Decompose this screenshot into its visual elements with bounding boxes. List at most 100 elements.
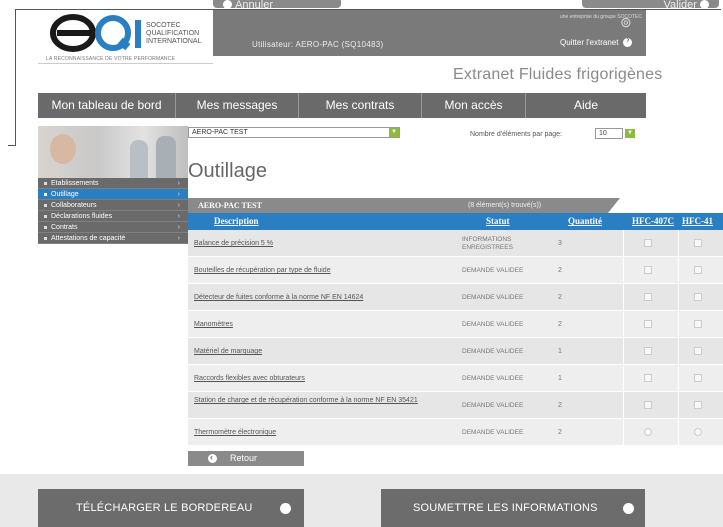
- description-link[interactable]: Balance de précision 5 %: [194, 239, 446, 248]
- sidebar-item-declarations[interactable]: Déclarations fluides ›: [38, 211, 188, 222]
- main-nav: Mon tableau de bord Mes messages Mes con…: [38, 93, 646, 118]
- status-text: DEMANDE VALIDEE: [462, 321, 524, 328]
- socotec-logo-icon: ⊚: [620, 14, 632, 30]
- sidebar-menu: Etablissements › Outillage › Collaborateur…: [38, 178, 188, 244]
- sidebar-item-contrats[interactable]: Contrats ›: [38, 222, 188, 233]
- page-title: Outillage: [188, 160, 267, 182]
- status-text: DEMANDE VALIDEE: [462, 267, 524, 274]
- hfc-407c-checkbox[interactable]: [644, 320, 652, 328]
- chevron-down-icon: ▼: [625, 129, 635, 138]
- chevron-right-icon: ›: [177, 202, 180, 209]
- forward-arrow-icon: [700, 0, 709, 8]
- quantity-value: 2: [558, 402, 562, 409]
- back-button[interactable]: Retour: [188, 450, 304, 466]
- chevron-right-icon: ›: [177, 213, 180, 220]
- hfc-407c-checkbox[interactable]: [644, 266, 652, 274]
- chevron-right-icon: ›: [177, 180, 180, 187]
- hfc-407c-checkbox[interactable]: [644, 428, 652, 436]
- validate-label: Valider: [663, 0, 697, 8]
- table-row: Thermomètre électronique DEMANDE VALIDEE 2: [188, 419, 723, 446]
- per-page-value: 10: [595, 128, 623, 139]
- download-form-label: TÉLÉCHARGER LE BORDEREAU: [76, 502, 253, 514]
- hfc-407c-checkbox[interactable]: [644, 374, 652, 382]
- col-hfc-41[interactable]: HFC-41: [682, 213, 713, 230]
- establishment-select[interactable]: AERO-PAC TEST ▼: [188, 127, 400, 138]
- sidebar-item-label: Collaborateurs: [51, 202, 97, 209]
- sidebar-item-collaborateurs[interactable]: Collaborateurs ›: [38, 200, 188, 211]
- hfc-41-checkbox[interactable]: [694, 374, 702, 382]
- col-description[interactable]: Description: [214, 213, 259, 230]
- bullet-icon: [44, 181, 47, 185]
- validate-button[interactable]: Valider: [582, 0, 719, 8]
- nav-dashboard[interactable]: Mon tableau de bord: [38, 93, 176, 118]
- group-name: AERO-PAC TEST: [198, 201, 262, 210]
- sidebar-item-label: Attestations de capacité: [51, 235, 126, 242]
- quantity-value: 1: [558, 375, 562, 382]
- download-form-button[interactable]: TÉLÉCHARGER LE BORDEREAU: [38, 489, 304, 527]
- description-link[interactable]: Thermomètre électronique: [194, 428, 446, 437]
- table-row: Station de charge et de récupération con…: [188, 392, 723, 419]
- hfc-41-checkbox[interactable]: [694, 401, 702, 409]
- bullet-icon: [44, 225, 47, 229]
- sqi-logo-icon: [50, 14, 141, 52]
- hfc-407c-checkbox[interactable]: [644, 347, 652, 355]
- description-link[interactable]: Manomètres: [194, 320, 446, 329]
- quit-label: Quitter l'extranet: [560, 38, 619, 47]
- hfc-41-checkbox[interactable]: [694, 293, 702, 301]
- description-link[interactable]: Détecteur de fuites conforme à la norme …: [194, 293, 446, 302]
- cancel-button[interactable]: Annuler: [213, 0, 341, 8]
- description-link[interactable]: Bouteilles de récupération par type de f…: [194, 266, 446, 275]
- quantity-value: 2: [558, 321, 562, 328]
- status-text: DEMANDE VALIDEE: [462, 375, 524, 382]
- sidebar-item-outillage[interactable]: Outillage ›: [38, 189, 188, 200]
- col-quantity[interactable]: Quantité: [568, 213, 602, 230]
- description-link[interactable]: Station de charge et de récupération con…: [194, 396, 446, 405]
- per-page-select[interactable]: 10 ▼: [595, 128, 637, 139]
- nav-help[interactable]: Aide: [526, 93, 646, 118]
- nav-access[interactable]: Mon accès: [422, 93, 526, 118]
- sidebar-item-label: Contrats: [51, 224, 78, 231]
- submit-information-button[interactable]: SOUMETTRE LES INFORMATIONS: [381, 489, 645, 527]
- back-arrow-icon: [208, 450, 217, 465]
- table-header: Description Statut Quantité HFC-407C HFC…: [188, 213, 723, 230]
- bullet-icon: [44, 214, 47, 218]
- arrow-right-icon: [623, 34, 633, 48]
- status-text: DEMANDE VALIDEE: [462, 294, 524, 301]
- table-row: Balance de précision 5 % INFORMATIONS ENR…: [188, 230, 723, 257]
- sidebar-item-etablissements[interactable]: Etablissements ›: [38, 178, 188, 189]
- hfc-407c-checkbox[interactable]: [644, 293, 652, 301]
- nav-messages[interactable]: Mes messages: [176, 93, 299, 118]
- col-hfc-407c[interactable]: HFC-407C: [632, 213, 674, 230]
- quantity-value: 1: [558, 348, 562, 355]
- establishment-value: AERO-PAC TEST: [192, 129, 248, 136]
- hfc-407c-checkbox[interactable]: [644, 401, 652, 409]
- table-row: Bouteilles de récupération par type de f…: [188, 257, 723, 284]
- hfc-407c-checkbox[interactable]: [644, 239, 652, 247]
- chevron-right-icon: ›: [177, 224, 180, 231]
- table-row: Raccords flexibles avec obturateurs DEMAN…: [188, 365, 723, 392]
- chevron-down-icon: ▼: [389, 128, 399, 137]
- hfc-41-checkbox[interactable]: [694, 347, 702, 355]
- hfc-41-checkbox[interactable]: [694, 266, 702, 274]
- equipment-table: Description Statut Quantité HFC-407C HFC…: [188, 213, 723, 446]
- logo-tagline: LA RECONNAISSANCE DE VOTRE PERFORMANCE: [46, 56, 176, 62]
- sidebar-item-attestations[interactable]: Attestations de capacité ›: [38, 233, 188, 244]
- hfc-41-checkbox[interactable]: [694, 428, 702, 436]
- status-text: INFORMATIONS ENREGISTREES: [462, 236, 513, 251]
- description-link[interactable]: Matériel de marquage: [194, 347, 446, 356]
- chevron-right-icon: ›: [177, 235, 180, 242]
- hfc-41-checkbox[interactable]: [694, 239, 702, 247]
- sidebar-item-label: Déclarations fluides: [51, 213, 113, 220]
- hfc-41-checkbox[interactable]: [694, 320, 702, 328]
- back-arrow-icon: [223, 0, 232, 8]
- quit-extranet-link[interactable]: Quitter l'extranet: [560, 34, 633, 48]
- logo[interactable]: SOCOTEC QUALIFICATION INTERNATIONAL LA R…: [38, 10, 213, 64]
- status-text: DEMANDE VALIDEE: [462, 429, 524, 436]
- nav-contracts[interactable]: Mes contrats: [299, 93, 422, 118]
- submit-information-label: SOUMETTRE LES INFORMATIONS: [413, 502, 598, 514]
- col-status[interactable]: Statut: [486, 213, 510, 230]
- logo-text: SOCOTEC QUALIFICATION INTERNATIONAL: [146, 22, 202, 45]
- description-link[interactable]: Raccords flexibles avec obturateurs: [194, 374, 446, 383]
- arrow-right-icon: [623, 498, 634, 527]
- frame-line-left: [15, 9, 16, 145]
